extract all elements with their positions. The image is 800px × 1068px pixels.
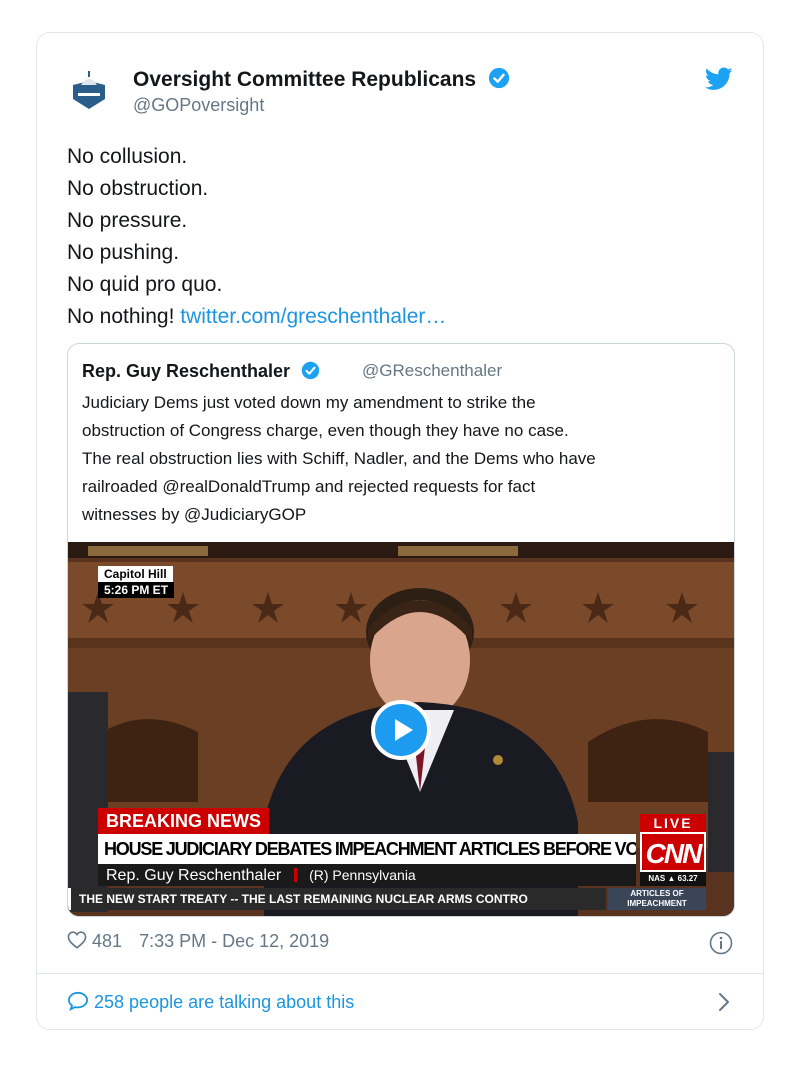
breaking-news-label: BREAKING NEWS <box>98 808 270 834</box>
section-label: ARTICLES OF IMPEACHMENT <box>608 888 706 910</box>
tweet-line: No collusion. <box>67 145 188 168</box>
quoted-line: The real obstruction lies with Schiff, N… <box>82 449 596 468</box>
conversation-link[interactable]: 258 people are talking about this <box>67 991 354 1013</box>
tweet-line: No obstruction. <box>67 177 209 200</box>
location-text: Capitol Hill <box>104 567 167 581</box>
quoted-line: obstruction of Congress charge, even tho… <box>82 421 569 440</box>
section-line-2: IMPEACHMENT <box>627 899 687 908</box>
like-count[interactable]: 481 <box>92 931 122 951</box>
info-icon[interactable] <box>709 931 733 960</box>
speaker-separator <box>293 868 297 882</box>
like-button[interactable]: 481 <box>67 931 127 951</box>
tweet-line: No pushing. <box>67 241 180 264</box>
author-name[interactable]: Oversight Committee Republicans <box>133 67 510 92</box>
tweet-line: No quid pro quo. <box>67 273 223 296</box>
quoted-handle[interactable]: @GReschenthaler <box>362 361 502 381</box>
chevron-right-icon[interactable] <box>717 991 731 1018</box>
market-ticker: NAS ▲ 63.27 <box>640 872 706 886</box>
verified-badge-icon <box>301 361 320 380</box>
speaker-party: (R) Pennsylvania <box>309 867 416 883</box>
capitol-logo-icon <box>67 67 111 111</box>
quoted-line: railroaded @realDonaldTrump and rejected… <box>82 477 536 496</box>
tweet-link[interactable]: twitter.com/greschenthaler… <box>180 305 446 328</box>
cnn-logo: CNN <box>640 832 706 872</box>
twitter-bird-icon[interactable] <box>704 67 733 96</box>
quoted-text: Judiciary Dems just voted down my amendm… <box>82 389 722 529</box>
quoted-author-name[interactable]: Rep. Guy Reschenthaler <box>82 361 290 381</box>
quoted-line: witnesses by @JudiciaryGOP <box>82 505 307 524</box>
divider <box>37 973 763 974</box>
tweet-line: No pressure. <box>67 209 188 232</box>
quoted-line: Judiciary Dems just voted down my amendm… <box>82 393 536 412</box>
news-ticker: THE NEW START TREATY -- THE LAST REMAINI… <box>68 888 606 910</box>
section-line-1: ARTICLES OF <box>630 889 684 898</box>
chyron-headline: HOUSE JUDICIARY DEBATES IMPEACHMENT ARTI… <box>98 834 636 864</box>
heart-icon[interactable] <box>67 931 87 949</box>
reply-bubble-icon <box>67 991 89 1011</box>
author-handle[interactable]: @GOPoversight <box>133 95 264 116</box>
tweet-line-last: No nothing! twitter.com/greschenthaler… <box>67 301 446 333</box>
quoted-author[interactable]: Rep. Guy Reschenthaler <box>82 361 320 382</box>
conversation-text[interactable]: 258 people are talking about this <box>94 992 354 1012</box>
play-icon <box>395 719 413 741</box>
verified-badge-icon <box>488 67 510 89</box>
tweet-line: No nothing! <box>67 305 175 328</box>
tweet-card: Oversight Committee Republicans @GOPover… <box>36 32 764 1030</box>
quoted-tweet[interactable]: Rep. Guy Reschenthaler @GReschenthaler J… <box>67 343 735 917</box>
author-name-text[interactable]: Oversight Committee Republicans <box>133 68 476 91</box>
time-bug: 5:26 PM ET <box>98 582 175 598</box>
tweet-text: No collusion. No obstruction. No pressur… <box>67 141 446 333</box>
tweet-timestamp[interactable]: 7:33 PM - Dec 12, 2019 <box>139 931 329 951</box>
speaker-bar: Rep. Guy Reschenthaler (R) Pennsylvania <box>98 864 636 886</box>
avatar[interactable] <box>67 67 111 111</box>
time-text: 5:26 PM ET <box>104 583 169 597</box>
speaker-name: Rep. Guy Reschenthaler <box>106 867 282 884</box>
play-button[interactable] <box>371 700 431 760</box>
tweet-meta: 481 7:33 PM - Dec 12, 2019 <box>67 931 329 952</box>
location-bug: Capitol Hill <box>98 566 173 582</box>
video-player[interactable]: Capitol Hill 5:26 PM ET BREAKING NEWS HO… <box>68 542 734 916</box>
live-badge: LIVE <box>640 814 706 832</box>
